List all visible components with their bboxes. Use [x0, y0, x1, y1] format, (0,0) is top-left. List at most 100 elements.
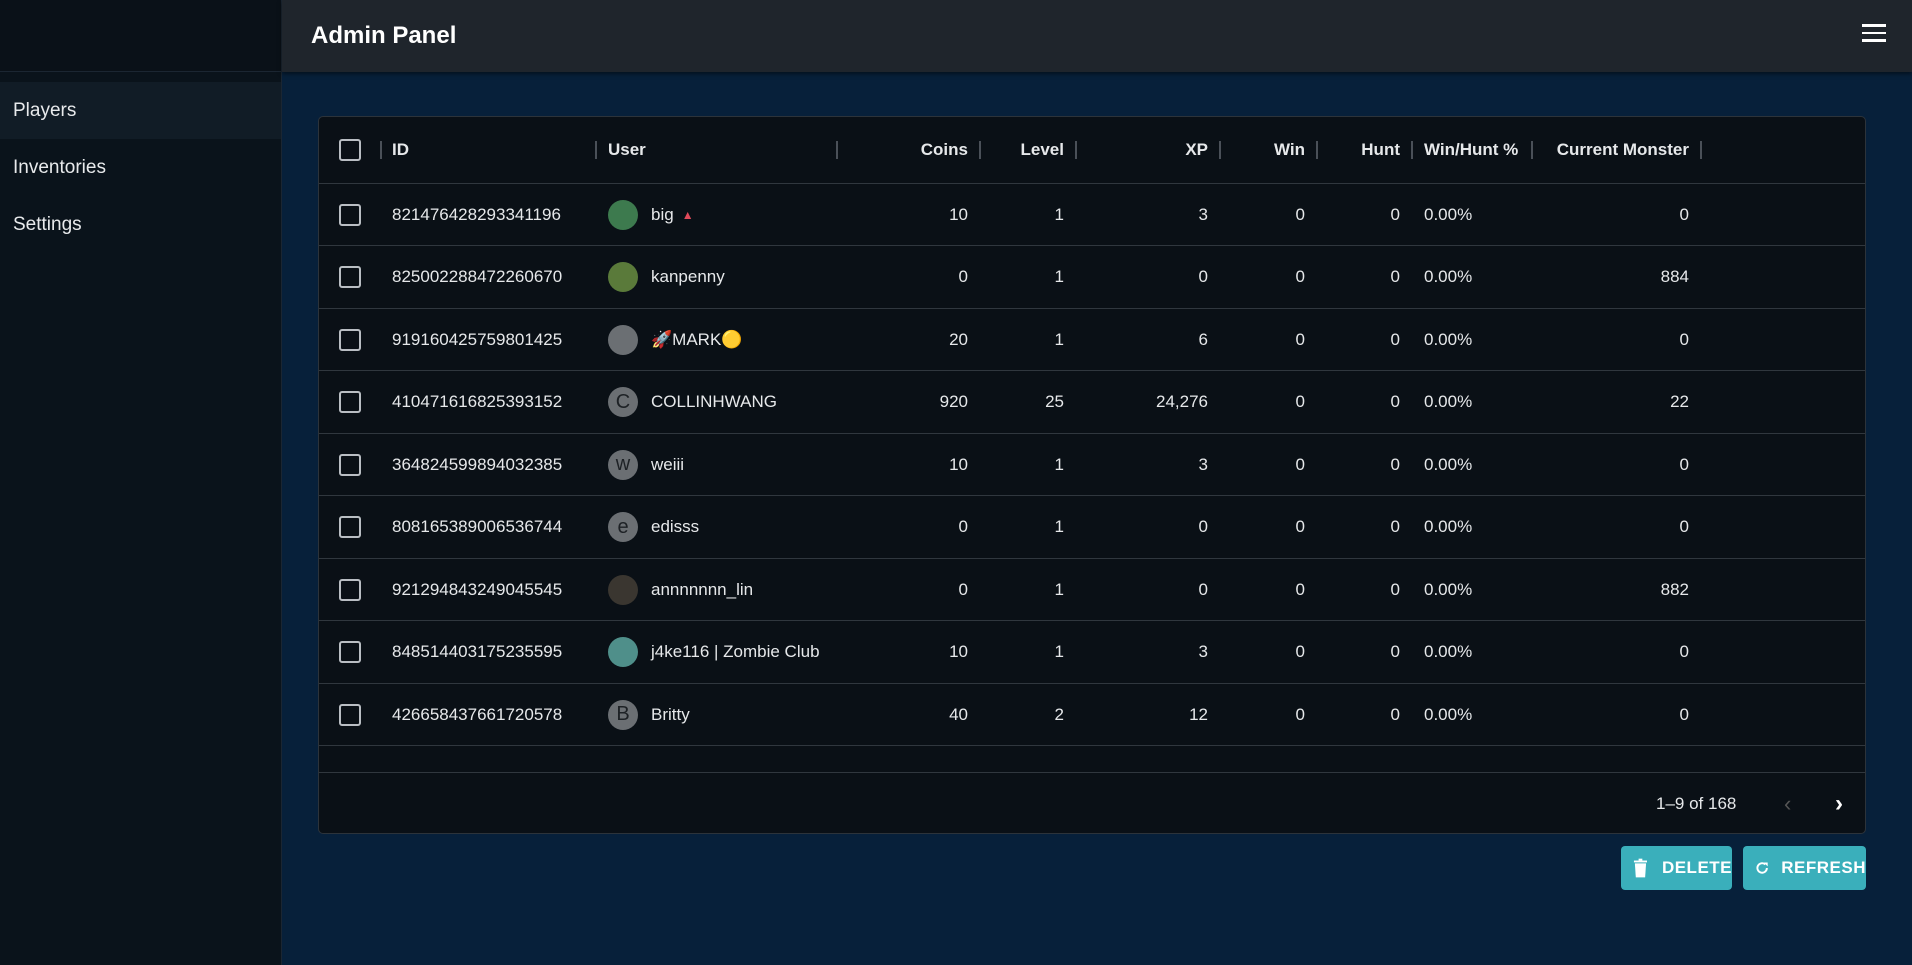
- row-checkbox[interactable]: [339, 641, 361, 663]
- cell-user: big ▲: [608, 184, 694, 245]
- cell-coins: 40: [949, 704, 968, 724]
- column-header-win[interactable]: Win: [1219, 117, 1305, 183]
- table-row[interactable]: 825002288472260670 kanpenny 0 1 0 0 0 0.…: [319, 247, 1865, 309]
- cell-hunt: 0: [1390, 392, 1400, 411]
- cell-level: 1: [1054, 517, 1064, 536]
- row-checkbox[interactable]: [339, 266, 361, 288]
- cell-coins: 10: [949, 204, 968, 224]
- cell-hunt: 0: [1390, 329, 1400, 349]
- row-checkbox[interactable]: [339, 453, 361, 476]
- row-checkbox[interactable]: [339, 578, 361, 601]
- cell-win: 0: [1295, 517, 1305, 536]
- cell-win: 0: [1295, 329, 1305, 349]
- cell-win: 0: [1295, 642, 1305, 661]
- sidebar-logo-area: [0, 0, 281, 72]
- refresh-label: REFRESH: [1781, 858, 1866, 877]
- cell-level: 1: [1054, 204, 1064, 224]
- cell-win-hunt: 0.00%: [1424, 517, 1473, 536]
- page-title: Admin Panel: [311, 22, 457, 49]
- cell-id: 821476428293341196: [392, 204, 561, 224]
- refresh-icon: [1756, 862, 1768, 874]
- cell-level: 2: [1054, 704, 1064, 724]
- avatar: [608, 199, 638, 230]
- table-row[interactable]: 364824599894032385 w weiii 10 1 3 0 0 0.0…: [319, 434, 1865, 496]
- cell-user: kanpenny: [608, 247, 725, 308]
- cell-hunt: 0: [1390, 454, 1400, 474]
- cell-user: 🚀MARK🟡: [608, 309, 742, 370]
- row-checkbox[interactable]: [339, 328, 361, 351]
- cell-win: 0: [1295, 704, 1305, 724]
- cell-id: 848514403175235595: [392, 642, 563, 661]
- table-row[interactable]: 808165389006536744 e edisss 0 1 0 0 0 0.0…: [319, 497, 1865, 559]
- row-checkbox[interactable]: [339, 203, 361, 226]
- table-row[interactable]: 821476428293341196 big ▲ 10 1 3 0 0 0.00%…: [319, 184, 1865, 246]
- cell-id: 364824599894032385: [392, 454, 563, 474]
- user-name: big: [651, 204, 674, 224]
- user-name: weiii: [651, 454, 685, 474]
- cell-level: 1: [1054, 454, 1064, 474]
- column-header-level[interactable]: Level: [979, 117, 1064, 183]
- cell-current-monster: 0: [1679, 704, 1689, 724]
- avatar: C: [608, 387, 638, 417]
- cell-level: 1: [1054, 267, 1064, 286]
- row-checkbox[interactable]: [339, 516, 361, 538]
- column-header-current-monster[interactable]: Current Monster: [1539, 117, 1689, 183]
- cell-xp: 3: [1198, 454, 1208, 474]
- cell-hunt: 0: [1390, 267, 1400, 286]
- cell-id: 410471616825393152: [392, 392, 563, 411]
- table-row[interactable]: 921294843249045545 annnnnnn_lin 0 1 0 0 …: [319, 559, 1865, 621]
- column-header-win-hunt[interactable]: Win/Hunt %: [1424, 117, 1518, 183]
- row-checkbox[interactable]: [339, 391, 361, 413]
- delete-label: DELETE: [1661, 858, 1732, 877]
- cell-xp: 0: [1198, 267, 1208, 286]
- sidebar-item-inventories[interactable]: Inventories: [0, 139, 281, 196]
- sidebar-item-players[interactable]: Players: [0, 82, 281, 139]
- cell-xp: 0: [1198, 579, 1208, 599]
- user-name: 🚀MARK🟡: [651, 329, 743, 349]
- cell-id: 808165389006536744: [392, 517, 563, 536]
- sidebar: Players Inventories Settings: [0, 0, 282, 965]
- refresh-button[interactable]: REFRESH: [1743, 846, 1866, 890]
- column-header-id[interactable]: ID: [392, 117, 409, 183]
- cell-win: 0: [1295, 392, 1305, 411]
- cell-current-monster: 0: [1679, 454, 1689, 474]
- user-name: Britty: [651, 704, 690, 724]
- column-header-user[interactable]: User: [608, 117, 646, 183]
- user-badge: ▲: [681, 207, 694, 222]
- user-name: j4ke116 | Zombie Club: [651, 642, 820, 661]
- app-header: Admin Panel: [282, 0, 1912, 72]
- table-row[interactable]: 848514403175235595 j4ke116 | Zombie Club…: [319, 622, 1865, 684]
- cell-user: w weiii: [608, 434, 684, 495]
- table-row[interactable]: 426658437661720578 B Britty 40 2 12 0 0 0…: [319, 684, 1865, 746]
- select-all-checkbox[interactable]: [339, 139, 361, 161]
- table-row[interactable]: 919160425759801425 🚀MARK🟡 20 1 6 0 0 0.0…: [319, 309, 1865, 371]
- avatar: [608, 574, 638, 605]
- cell-id: 825002288472260670: [392, 267, 563, 286]
- table-row[interactable]: 410471616825393152 C COLLINHWANG 920 25 2…: [319, 372, 1865, 434]
- trash-icon: [1633, 858, 1648, 878]
- row-checkbox[interactable]: [339, 703, 361, 726]
- cell-hunt: 0: [1390, 579, 1400, 599]
- column-header-coins[interactable]: Coins: [879, 117, 968, 183]
- cell-hunt: 0: [1390, 204, 1400, 224]
- column-header-hunt[interactable]: Hunt: [1316, 117, 1400, 183]
- avatar: [608, 262, 638, 292]
- avatar: e: [608, 512, 638, 542]
- cell-xp: 0: [1198, 517, 1208, 536]
- table-footer: 1–9 of 168 ‹ ›: [319, 772, 1865, 833]
- avatar: [608, 637, 638, 667]
- sidebar-item-settings[interactable]: Settings: [0, 196, 281, 253]
- delete-button[interactable]: DELETE: [1621, 846, 1732, 890]
- cell-win-hunt: 0.00%: [1424, 329, 1473, 349]
- cell-win-hunt: 0.00%: [1424, 642, 1473, 661]
- cell-win: 0: [1295, 454, 1305, 474]
- cell-current-monster: 0: [1679, 642, 1689, 661]
- cell-xp: 24,276: [1156, 392, 1208, 411]
- next-page-icon[interactable]: ›: [1835, 773, 1843, 833]
- column-header-xp[interactable]: XP: [1079, 117, 1208, 183]
- cell-coins: 20: [949, 329, 968, 349]
- previous-page-icon[interactable]: ‹: [1784, 773, 1791, 833]
- hamburger-icon[interactable]: [1862, 24, 1886, 42]
- user-name: edisss: [651, 517, 700, 536]
- cell-user: C COLLINHWANG: [608, 372, 777, 433]
